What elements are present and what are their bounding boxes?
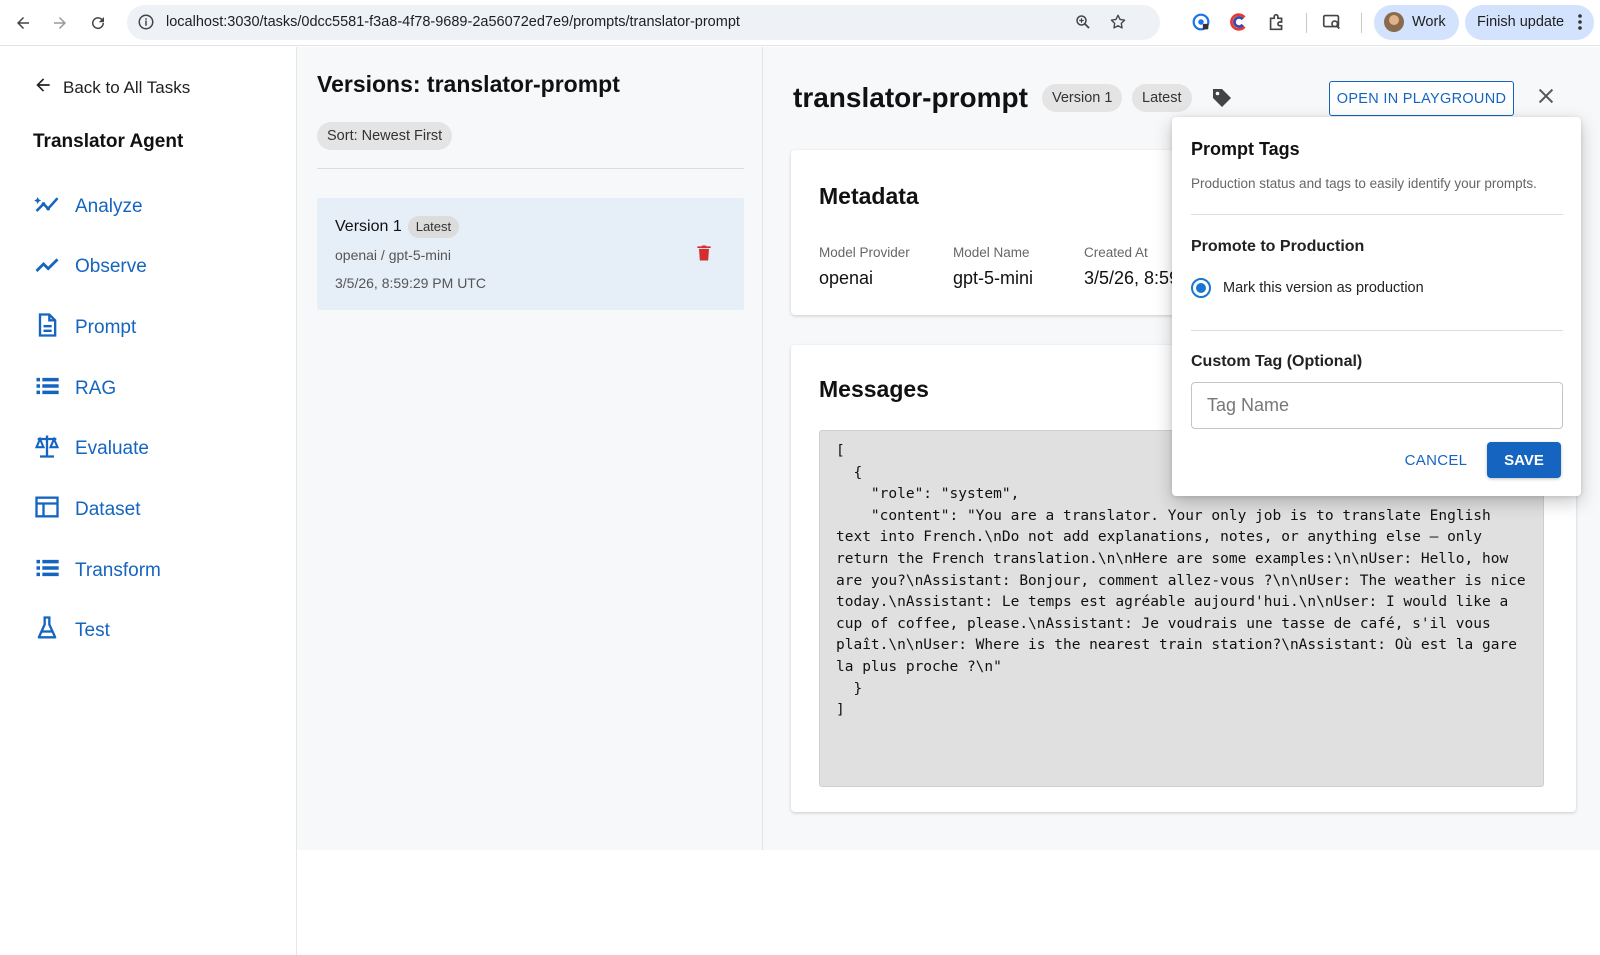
sidebar-item-evaluate[interactable]: Evaluate — [33, 434, 149, 464]
sidebar-item-label: Dataset — [75, 499, 141, 520]
avatar — [1384, 12, 1404, 32]
sidebar-item-label: Prompt — [75, 317, 137, 338]
open-in-playground-button[interactable]: OPEN IN PLAYGROUND — [1329, 81, 1514, 116]
cancel-button[interactable]: CANCEL — [1402, 442, 1470, 478]
production-option-label: Mark this version as production — [1223, 280, 1424, 296]
bookmark-star-icon[interactable] — [1109, 13, 1127, 36]
sidebar-item-prompt[interactable]: Prompt — [33, 313, 136, 343]
mark-production-option[interactable]: Mark this version as production — [1191, 278, 1424, 298]
sidebar-item-dataset[interactable]: Dataset — [33, 495, 140, 525]
sidebar-item-test[interactable]: Test — [33, 616, 110, 646]
list-icon — [33, 372, 61, 406]
profile-button[interactable]: Work — [1374, 5, 1459, 40]
trending-icon — [33, 250, 61, 284]
divider — [1191, 214, 1563, 215]
page-background — [297, 850, 1600, 955]
radio-selected-dot — [1196, 283, 1206, 293]
sidebar-item-analyze[interactable]: Analyze — [33, 192, 143, 222]
zoom-icon[interactable] — [1074, 13, 1092, 36]
metadata-title: Metadata — [819, 183, 919, 209]
version-list-item[interactable]: Version 1 Latest openai / gpt-5-mini 3/5… — [317, 198, 744, 310]
meta-field-provider: Model Provider openai — [819, 245, 910, 289]
profile-label: Work — [1412, 14, 1446, 30]
sidebar-item-rag[interactable]: RAG — [33, 374, 116, 404]
sidebar-item-label: Observe — [75, 256, 147, 277]
divider — [1191, 330, 1563, 331]
back-arrow-icon[interactable] — [11, 11, 35, 35]
divider — [317, 168, 744, 169]
versions-panel: Versions: translator-prompt Sort: Newest… — [297, 47, 763, 850]
sidebar-item-label: Evaluate — [75, 438, 149, 459]
analytics-icon — [33, 190, 61, 224]
sidebar-item-label: Analyze — [75, 196, 143, 217]
production-radio[interactable] — [1191, 278, 1211, 298]
document-icon — [33, 311, 61, 345]
agent-title: Translator Agent — [33, 131, 184, 152]
back-to-tasks-link[interactable]: Back to All Tasks — [33, 75, 190, 100]
url-text[interactable]: localhost:3030/tasks/0dcc5581-f3a8-4f78-… — [166, 14, 740, 30]
browser-toolbar: localhost:3030/tasks/0dcc5581-f3a8-4f78-… — [0, 0, 1600, 46]
finish-update-button[interactable]: Finish update — [1465, 5, 1594, 40]
reload-icon[interactable] — [86, 11, 110, 35]
extensions-puzzle-icon[interactable] — [1266, 11, 1288, 38]
more-vert-icon[interactable] — [1572, 13, 1588, 36]
save-button[interactable]: SAVE — [1487, 442, 1561, 478]
latest-chip: Latest — [1132, 84, 1192, 112]
sidebar-item-transform[interactable]: Transform — [33, 556, 161, 586]
sidebar-item-label: Test — [75, 620, 110, 641]
arrow-left-icon — [33, 75, 53, 100]
meta-value: gpt-5-mini — [953, 268, 1034, 288]
messages-title: Messages — [819, 376, 929, 402]
sidebar-item-label: Transform — [75, 560, 161, 581]
version-model: openai / gpt-5-mini — [335, 247, 451, 263]
toolbar-divider — [1306, 13, 1307, 33]
site-info-icon[interactable] — [137, 13, 155, 36]
sidebar-item-label: RAG — [75, 378, 117, 399]
sidebar-item-observe[interactable]: Observe — [33, 252, 147, 282]
version-date: 3/5/26, 8:59:29 PM UTC — [335, 275, 486, 291]
promote-heading: Promote to Production — [1191, 238, 1365, 255]
table-icon — [33, 493, 61, 527]
prompt-tags-popover: Prompt Tags Production status and tags t… — [1172, 117, 1581, 496]
extension-shield-icon[interactable] — [1190, 11, 1212, 38]
sidebar: Back to All Tasks Translator Agent Analy… — [0, 47, 297, 955]
meta-field-model: Model Name gpt-5-mini — [953, 245, 1033, 289]
meta-key: Model Name — [953, 245, 1030, 260]
toolbar-divider — [1361, 13, 1362, 33]
close-icon[interactable] — [1535, 85, 1557, 112]
tab-search-icon[interactable] — [1321, 11, 1343, 38]
version-name: Version 1 — [335, 218, 402, 235]
popover-title: Prompt Tags — [1191, 139, 1300, 159]
list-icon — [33, 554, 61, 588]
scale-icon — [33, 432, 61, 466]
extension-color-icon[interactable] — [1228, 11, 1250, 38]
version-chip: Version 1 — [1042, 84, 1123, 112]
address-bar[interactable]: localhost:3030/tasks/0dcc5581-f3a8-4f78-… — [127, 5, 1160, 40]
back-link-label: Back to All Tasks — [63, 77, 191, 97]
meta-key: Model Provider — [819, 245, 910, 260]
delete-icon[interactable] — [694, 242, 714, 269]
tag-icon[interactable] — [1210, 86, 1234, 115]
update-label: Finish update — [1477, 14, 1565, 30]
meta-value: openai — [819, 268, 874, 288]
popover-subtitle: Production status and tags to easily ide… — [1191, 176, 1537, 191]
prompt-title: translator-prompt — [793, 82, 1028, 113]
version-name-row: Version 1 Latest — [335, 216, 460, 238]
tag-name-input[interactable] — [1191, 382, 1563, 429]
sort-chip[interactable]: Sort: Newest First — [317, 122, 453, 150]
custom-tag-heading: Custom Tag (Optional) — [1191, 353, 1363, 370]
forward-arrow-icon[interactable] — [48, 11, 72, 35]
latest-badge: Latest — [407, 216, 460, 238]
flask-icon — [33, 614, 61, 648]
versions-title: Versions: translator-prompt — [317, 71, 620, 97]
